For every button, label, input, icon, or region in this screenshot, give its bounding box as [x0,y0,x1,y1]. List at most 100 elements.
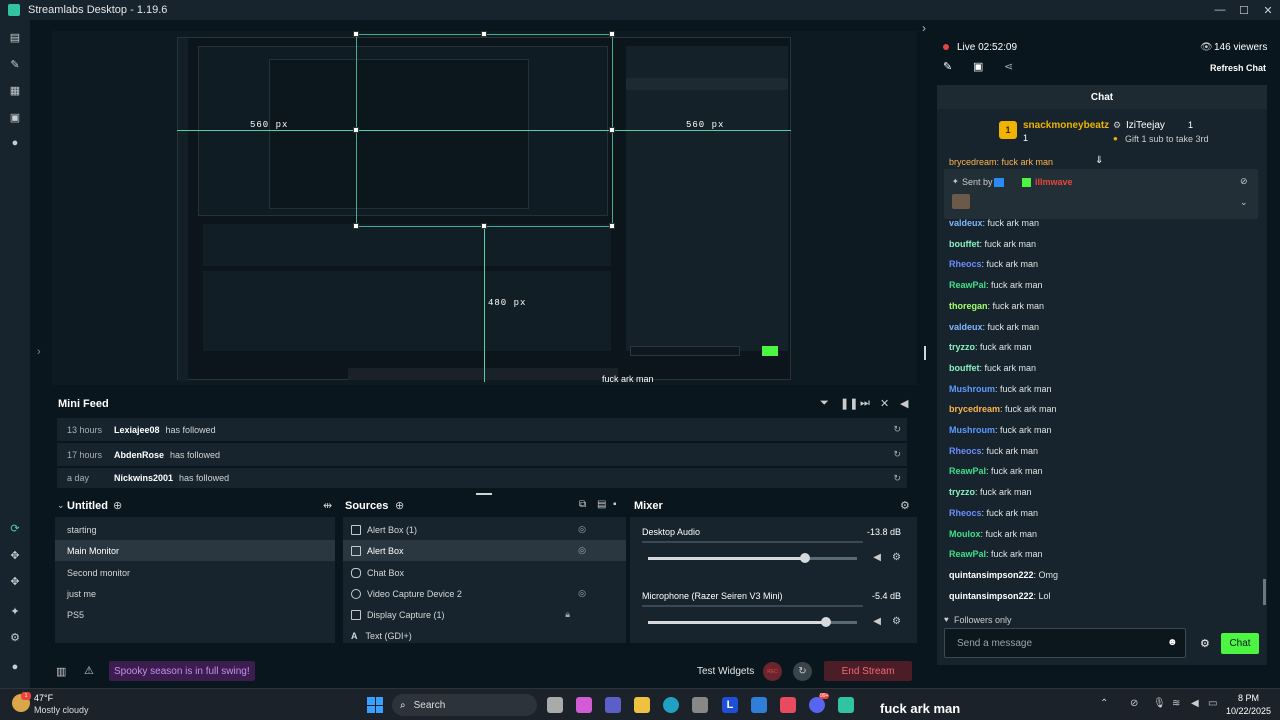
replay-icon[interactable]: ↻ [893,424,901,435]
volume-knob[interactable] [799,553,810,563]
edit-stream-info-icon[interactable]: ✎ [943,60,952,73]
chat-scrollbar[interactable] [1263,579,1266,605]
replay-buffer-icon[interactable]: ↻ [793,662,812,681]
filter-icon[interactable]: ⏷ [820,397,829,410]
scene-item-selected[interactable]: Main Monitor [55,540,335,561]
chat-input-box[interactable]: Send a message ☻ [944,628,1186,658]
replay-icon[interactable]: ↻ [893,449,901,460]
test-widgets-label[interactable]: Test Widgets [697,666,754,677]
app-pen-icon[interactable] [751,697,767,713]
source-item[interactable]: Display Capture (1) 🔒︎ [343,604,626,625]
app-l-icon[interactable]: L [722,697,738,713]
visibility-icon[interactable]: ◎ [578,545,586,556]
scene-item[interactable]: just me [55,583,335,604]
tray-network-off-icon[interactable]: ⊘ [1130,698,1138,709]
collapse-left-chevron-icon[interactable]: › [37,346,41,358]
store-icon[interactable]: ▦ [8,83,22,97]
file-explorer-icon[interactable] [634,697,650,713]
themes-icon[interactable]: ✎ [8,57,22,71]
chat-username[interactable]: ReawPal [949,466,986,476]
scene-collection-title[interactable]: Untitled [67,500,108,512]
chat-username[interactable]: Moulox [949,529,981,539]
source-group-icon[interactable]: ⧉ [579,499,586,510]
mixer-settings-icon[interactable]: ⚙ [900,499,910,512]
chat-username[interactable]: thoregan [949,301,988,311]
scene-item[interactable]: starting [55,519,335,540]
chat-username[interactable]: bouffet [949,239,980,249]
panel-resize-handle[interactable] [924,346,926,360]
taskbar-search[interactable]: ⌕ Search [392,694,537,716]
clock-date[interactable]: 10/22/2025 [1226,706,1271,716]
mute-alerts-icon[interactable]: ✕ [880,397,889,410]
chat-username[interactable]: Rheocs [949,508,982,518]
chat-username[interactable]: valdeux [949,322,983,332]
expand-chevron-icon[interactable]: ⌄ [1240,197,1248,208]
source-folder-icon[interactable]: ▤ [597,499,606,510]
source-item[interactable]: Alert Box (1) ◎ [343,519,626,540]
share-icon[interactable]: ⋖ [1004,60,1013,73]
dashboard-icon[interactable]: ▣ [973,60,983,73]
integrations-icon[interactable]: ✥ [8,548,22,562]
chat-username[interactable]: bouffet [949,363,980,373]
music-icon[interactable] [780,697,796,713]
alert-warning-icon[interactable]: ⚠ [84,664,94,677]
tray-chevron-icon[interactable]: ⌃ [1100,698,1108,709]
collapse-right-chevron-icon[interactable]: › [922,21,926,35]
emote-picker-icon[interactable]: ☻ [1167,637,1178,648]
chat-username[interactable]: tryzzo [949,342,975,352]
resize-handle-ne[interactable] [609,31,615,37]
pinned-message[interactable]: ✦ Sent by illmwave ⊘ ⌄ [944,169,1258,219]
resize-handle-se[interactable] [609,223,615,229]
scene-item[interactable]: Second monitor [55,562,335,583]
add-scene-icon[interactable]: ⊕ [113,499,122,512]
layout-icon[interactable]: ▣ [8,110,22,124]
chat-username[interactable]: Rheocs [949,446,982,456]
minimize-button[interactable]: — [1208,0,1232,20]
go-live-icon[interactable]: ⟳ [8,521,22,535]
volume-knob[interactable] [820,617,831,627]
pause-icon[interactable]: ❚❚ [840,397,858,410]
chat-send-button[interactable]: Chat [1221,633,1259,654]
notice-banner[interactable]: Spooky season is in full swing! [109,661,255,681]
scroll-down-icon[interactable]: ⇓ [1095,155,1103,166]
chat-username[interactable]: Mushroum [949,425,995,435]
clock-time[interactable]: 8 PM [1238,693,1259,703]
highlighter-icon[interactable]: ✦ [8,604,22,618]
dock-drag-handle[interactable] [476,493,492,495]
collection-chevron-icon[interactable]: ⌄ [57,500,65,511]
chat-username[interactable]: quintansimpson222 [949,591,1034,601]
teams-icon[interactable] [605,697,621,713]
skip-icon[interactable]: ⏭ [860,397,870,410]
channel-settings-icon[interactable]: ⚙ [892,616,901,627]
lock-icon[interactable]: 🔒︎ [565,609,570,620]
speaker-icon[interactable]: ◀ [873,552,881,563]
stats-icon[interactable]: ▥ [56,665,66,678]
apps-icon[interactable]: ✥ [8,574,22,588]
profile-icon[interactable]: ● [8,660,22,674]
close-button[interactable]: ✕ [1256,0,1280,20]
edge-icon[interactable] [663,697,679,713]
end-stream-button[interactable]: End Stream [824,661,912,681]
copilot-icon[interactable] [576,697,592,713]
discord-icon[interactable] [809,697,825,713]
visibility-icon[interactable]: ◎ [578,524,586,535]
resize-handle-n[interactable] [481,31,487,37]
scene-item[interactable]: PS5 [55,604,335,625]
volume-slider[interactable] [648,553,857,563]
chat-username[interactable]: quintansimpson222 [949,570,1034,580]
chat-username[interactable]: Mushroum [949,384,995,394]
resize-handle-e[interactable] [609,127,615,133]
windows-start-icon[interactable] [367,697,383,713]
store-icon[interactable] [692,697,708,713]
record-button[interactable]: REC [763,662,782,681]
chat-username[interactable]: Rheocs [949,259,982,269]
resize-handle-w[interactable] [353,127,359,133]
volume-icon[interactable]: ◀ [900,397,908,410]
play-icon[interactable]: ● [8,136,22,150]
visibility-icon[interactable]: ◎ [578,588,586,599]
scene-transitions-icon[interactable]: ⇹ [323,499,332,512]
chat-username[interactable]: valdeux [949,218,983,228]
channel-settings-icon[interactable]: ⚙ [892,552,901,563]
refresh-chat-button[interactable]: Refresh Chat [1210,63,1266,73]
chat-username[interactable]: tryzzo [949,487,975,497]
